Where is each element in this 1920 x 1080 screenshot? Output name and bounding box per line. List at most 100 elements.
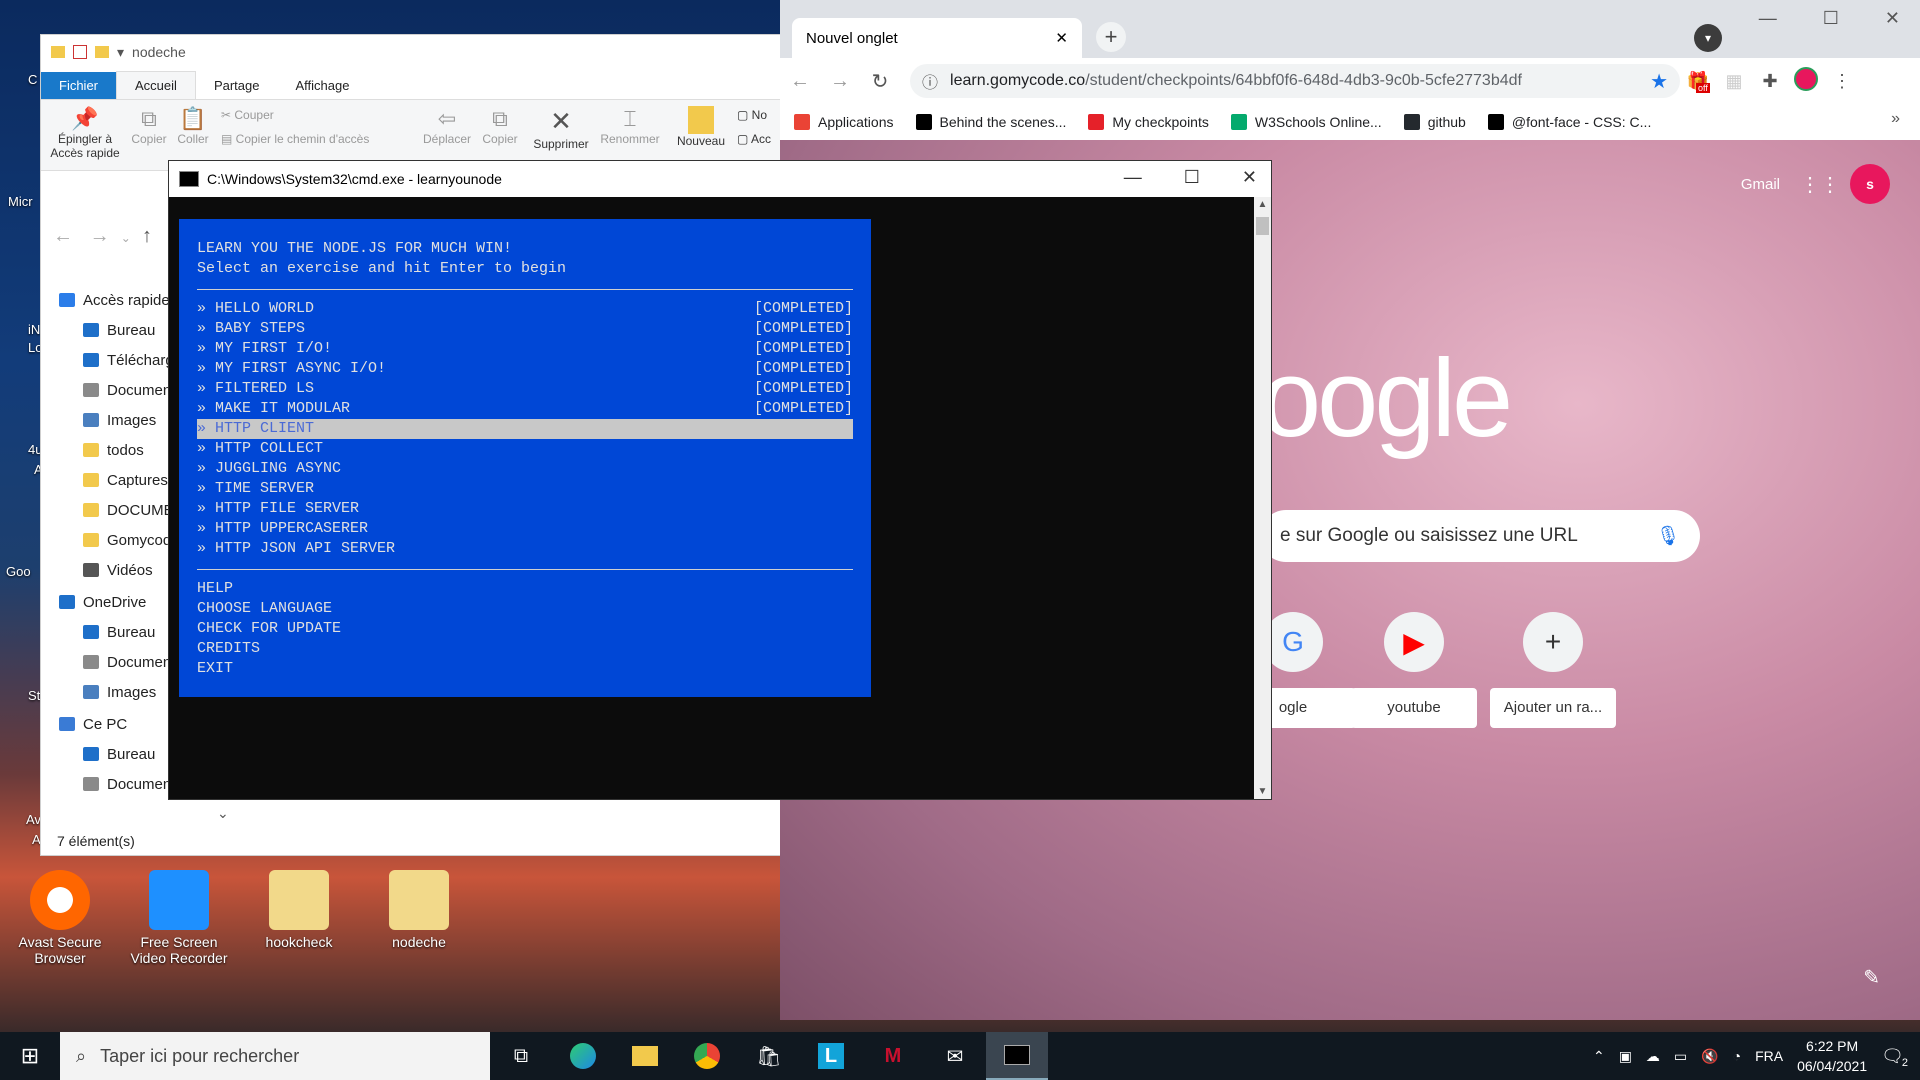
battery-icon[interactable]: ▭ (1674, 1048, 1687, 1065)
file-explorer-icon[interactable] (614, 1032, 676, 1080)
menu-option[interactable]: CHECK FOR UPDATE (197, 619, 853, 639)
language-indicator[interactable]: FRA (1755, 1048, 1783, 1064)
shortcut-add[interactable]: + Ajouter un ra... (1490, 612, 1616, 728)
bookmark-item[interactable]: W3Schools Online... (1230, 114, 1382, 130)
easy-access-button[interactable]: ▢ Acc (737, 132, 771, 146)
scroll-thumb[interactable] (1256, 217, 1269, 235)
microphone-icon[interactable]: 🎙 (1656, 524, 1680, 548)
up-arrow-icon[interactable]: ↑ (142, 225, 152, 247)
extension-adblock-icon[interactable]: 🎁 off (1680, 71, 1716, 93)
exercise-item[interactable]: » HTTP UPPERCASERER (197, 519, 853, 539)
maximize-icon[interactable]: ☐ (1184, 167, 1200, 188)
forward-arrow-icon[interactable]: → (820, 70, 860, 93)
chrome-icon[interactable] (676, 1032, 738, 1080)
tab-affichage[interactable]: Affichage (277, 72, 367, 99)
extensions-puzzle-icon[interactable]: ✚ (1752, 71, 1788, 92)
tab-new-tab[interactable]: Nouvel onglet ✕ (792, 18, 1082, 58)
exercise-item[interactable]: » TIME SERVER (197, 479, 853, 499)
reload-icon[interactable]: ↻ (860, 69, 900, 94)
customize-pencil-icon[interactable]: ✎ (1863, 965, 1880, 990)
bookmark-item[interactable]: Applications (794, 114, 894, 130)
menu-kebab-icon[interactable]: ⋮ (1824, 71, 1860, 92)
info-icon[interactable]: ⓘ (922, 69, 938, 93)
copy-path-button[interactable]: ▤ Copier le chemin d'accès (221, 132, 369, 146)
tab-accueil[interactable]: Accueil (116, 71, 196, 99)
desktop-icon-hookcheck[interactable]: hookcheck (244, 870, 354, 950)
bookmark-item[interactable]: @font-face - CSS: C... (1487, 114, 1651, 130)
exercise-item[interactable]: » BABY STEPS [COMPLETED] (197, 319, 853, 339)
mail-icon[interactable]: ✉ (924, 1032, 986, 1080)
desktop-icon-avast[interactable]: Avast Secure Browser (5, 870, 115, 966)
exercise-item[interactable]: » FILTERED LS [COMPLETED] (197, 379, 853, 399)
exercise-item[interactable]: » HTTP FILE SERVER (197, 499, 853, 519)
checkbox-icon[interactable] (73, 45, 87, 59)
scroll-up-icon[interactable]: ▲ (1254, 199, 1271, 210)
bookmarks-overflow-icon[interactable]: » (1891, 110, 1900, 128)
cmd-taskbar-icon[interactable] (986, 1032, 1048, 1080)
close-icon[interactable]: ✕ (1055, 29, 1068, 47)
exercise-item[interactable]: » MY FIRST ASYNC I/O! [COMPLETED] (197, 359, 853, 379)
scroll-down-icon[interactable]: ▼ (1254, 786, 1271, 797)
address-bar[interactable]: ⓘ learn.gomycode.co/student/checkpoints/… (910, 64, 1680, 98)
new-folder-button[interactable]: Nouveau (671, 106, 731, 148)
menu-option[interactable]: CREDITS (197, 639, 853, 659)
cmd-scrollbar[interactable]: ▲ ▼ (1254, 197, 1271, 799)
close-icon[interactable]: ✕ (1885, 8, 1900, 29)
close-icon[interactable]: ✕ (1242, 167, 1257, 188)
wifi-icon[interactable]: ◔ (1733, 1048, 1741, 1064)
exercise-item[interactable]: » MY FIRST I/O! [COMPLETED] (197, 339, 853, 359)
exercise-item[interactable]: » HTTP JSON API SERVER (197, 539, 853, 559)
exercise-item[interactable]: » HTTP COLLECT (197, 439, 853, 459)
chevron-down-icon[interactable]: ⌄ (121, 231, 131, 245)
store-icon[interactable]: 🛍 (738, 1032, 800, 1080)
onedrive-icon[interactable]: ☁ (1646, 1048, 1660, 1065)
tab-partage[interactable]: Partage (196, 72, 278, 99)
nav-scroll-down-icon[interactable]: ⌄ (217, 805, 229, 822)
profile-extension-icon[interactable] (1788, 66, 1824, 96)
desktop-icon-screen-recorder[interactable]: Free Screen Video Recorder (124, 870, 234, 966)
desktop-icon-nodeche[interactable]: nodeche (364, 870, 474, 950)
copy-button[interactable]: ⧉ Copier (129, 106, 169, 146)
l-app-icon[interactable]: L (800, 1032, 862, 1080)
windows-start-icon[interactable]: ⊞ (0, 1043, 60, 1069)
taskbar-search[interactable]: ⌕ Taper ici pour rechercher (60, 1032, 490, 1080)
gmail-link[interactable]: Gmail (1741, 176, 1780, 193)
exercise-item[interactable]: » HTTP CLIENT (197, 419, 853, 439)
delete-button[interactable]: ✕ Supprimer (529, 106, 593, 151)
edge-icon[interactable] (552, 1032, 614, 1080)
avatar[interactable]: s (1850, 164, 1890, 204)
clock[interactable]: 6:22 PM 06/04/2021 (1797, 1036, 1867, 1076)
tab-fichier[interactable]: Fichier (41, 72, 117, 99)
bookmark-item[interactable]: github (1403, 114, 1466, 130)
volume-mute-icon[interactable]: 🔇 (1701, 1048, 1718, 1065)
shortcut-youtube[interactable]: ▶ youtube (1351, 612, 1477, 728)
mcafee-icon[interactable]: M (862, 1032, 924, 1080)
new-tab-button[interactable]: + (1096, 22, 1126, 52)
menu-option[interactable]: EXIT (197, 659, 853, 679)
new-item-button[interactable]: ▢ No (737, 108, 767, 122)
minimize-icon[interactable]: — (1759, 8, 1777, 29)
bookmark-star-icon[interactable]: ★ (1650, 69, 1668, 94)
device-icon[interactable]: ▣ (1619, 1048, 1632, 1065)
bookmark-item[interactable]: My checkpoints (1088, 114, 1209, 130)
google-search-box[interactable]: e sur Google ou saisissez une URL 🎙 (1260, 510, 1700, 562)
notification-icon[interactable]: 🗨 2 (1881, 1046, 1908, 1069)
copy-to-button[interactable]: ⧉ Copier (475, 106, 525, 146)
tab-search-button[interactable]: ▾ (1694, 24, 1722, 52)
back-arrow-icon[interactable]: ← (780, 70, 820, 93)
rename-button[interactable]: ⌶ Renommer (597, 106, 663, 146)
menu-option[interactable]: CHOOSE LANGUAGE (197, 599, 853, 619)
extension-icon[interactable]: ▦ (1716, 71, 1752, 92)
exercise-item[interactable]: » MAKE IT MODULAR [COMPLETED] (197, 399, 853, 419)
maximize-icon[interactable]: ☐ (1823, 8, 1839, 29)
cut-button[interactable]: ✂ Couper (221, 108, 274, 122)
move-button[interactable]: ⇦ Déplacer (419, 106, 475, 146)
exercise-item[interactable]: » JUGGLING ASYNC (197, 459, 853, 479)
back-arrow-icon[interactable]: ← (53, 225, 73, 247)
menu-option[interactable]: HELP (197, 579, 853, 599)
exercise-item[interactable]: » HELLO WORLD [COMPLETED] (197, 299, 853, 319)
task-view-icon[interactable]: ⧉ (490, 1032, 552, 1080)
chevron-up-icon[interactable]: ⌃ (1593, 1048, 1605, 1065)
google-apps-icon[interactable]: ⋮⋮ (1800, 172, 1840, 196)
paste-button[interactable]: 📋 Coller (173, 106, 213, 146)
